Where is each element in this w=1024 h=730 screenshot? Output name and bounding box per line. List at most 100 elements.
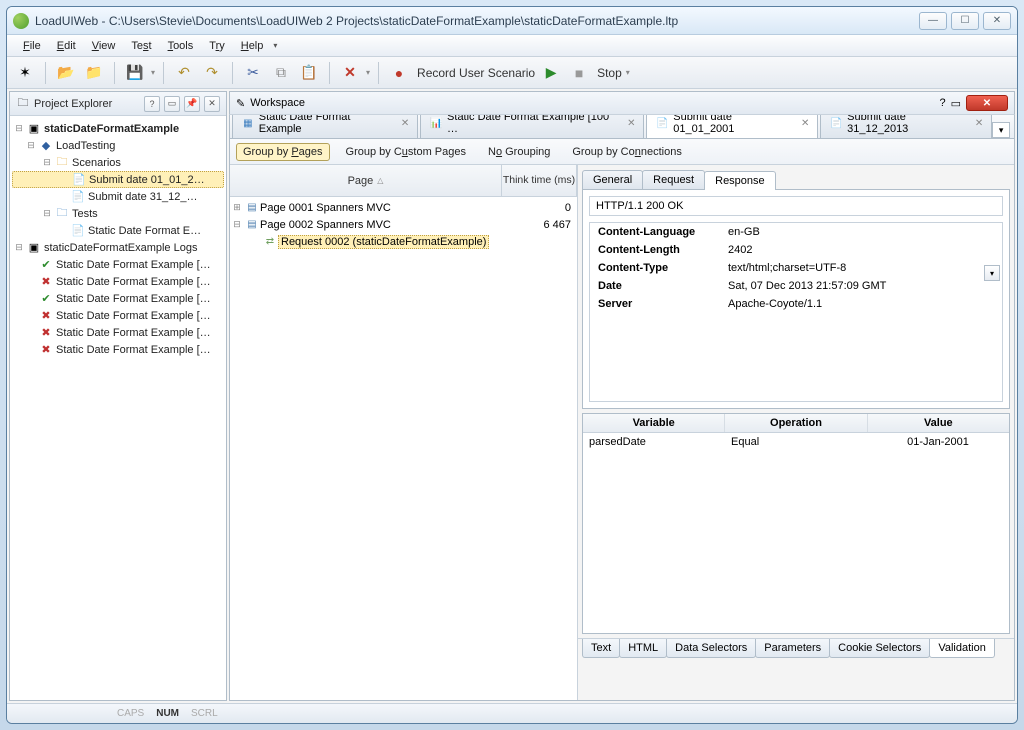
tree-logs-root[interactable]: staticDateFormatExample Logs [44, 242, 197, 254]
tree-scenarios[interactable]: Scenarios [72, 157, 121, 169]
new-icon[interactable]: ✶ [13, 61, 37, 85]
validation-operation: Equal [725, 433, 867, 451]
editor-tab[interactable]: 📄 Submit date 31_12_2013 ✕ [820, 115, 992, 138]
page-row[interactable]: ⊞▤Page 0001 Spanners MVC 0 [230, 199, 577, 216]
paste-icon[interactable]: 📋 [297, 61, 321, 85]
column-think-time[interactable]: Think time (ms) [502, 165, 577, 196]
scenarios-folder-icon: 🗀 [54, 156, 70, 170]
header-value: en-GB [720, 223, 1002, 241]
header-key: Content-Language [590, 223, 720, 241]
redo-icon[interactable]: ↷ [200, 61, 224, 85]
undo-icon[interactable]: ↶ [172, 61, 196, 85]
close-button[interactable]: ✕ [983, 12, 1011, 30]
tree-scenario1[interactable]: Submit date 01_01_2… [89, 174, 205, 186]
copy-icon[interactable]: ⧉ [269, 61, 293, 85]
column-operation[interactable]: Operation [725, 414, 867, 432]
column-value[interactable]: Value [868, 414, 1009, 432]
menu-edit[interactable]: Edit [49, 38, 84, 54]
workspace-icon: ✎ [236, 97, 245, 110]
play-icon[interactable]: ▶ [539, 61, 563, 85]
stop-icon[interactable]: ■ [567, 61, 591, 85]
tests-folder-icon: 🗀 [54, 207, 70, 221]
tree-log-item[interactable]: Static Date Format Example [… [56, 310, 211, 322]
bottom-tab-data-selectors[interactable]: Data Selectors [666, 639, 756, 658]
tree-log-item[interactable]: Static Date Format Example [… [56, 293, 211, 305]
close-icon[interactable]: ✕ [975, 118, 983, 129]
pages-list: Page△ Think time (ms) ⊞▤Page 0001 Spanne… [230, 165, 578, 700]
panel-options-icon[interactable]: ▭ [164, 96, 180, 112]
open-project-icon[interactable]: 📂 [54, 61, 78, 85]
validation-row[interactable]: parsedDate Equal 01-Jan-2001 [583, 433, 1009, 451]
project-explorer-title: Project Explorer [34, 98, 140, 110]
maximize-button[interactable]: ☐ [951, 12, 979, 30]
tree-log-item[interactable]: Static Date Format Example [… [56, 344, 211, 356]
tab-request[interactable]: Request [642, 170, 705, 189]
workspace-title: Workspace [250, 97, 934, 109]
column-page[interactable]: Page△ [230, 165, 502, 196]
group-by-pages-button[interactable]: Group by Pages [236, 143, 330, 161]
tab-response[interactable]: Response [704, 171, 776, 190]
tree-test1[interactable]: Static Date Format E… [88, 225, 201, 237]
panel-pin-icon[interactable]: 📌 [184, 96, 200, 112]
menu-tools[interactable]: Tools [160, 38, 202, 54]
panel-help-icon[interactable]: ? [939, 97, 945, 109]
column-variable[interactable]: Variable [583, 414, 725, 432]
title-bar: LoadUIWeb - C:\Users\Stevie\Documents\Lo… [7, 7, 1017, 35]
cut-icon[interactable]: ✂ [241, 61, 265, 85]
editor-tabstrip: ▦ Static Date Format Example ✕ 📊 Static … [230, 115, 1014, 139]
tree-root[interactable]: staticDateFormatExample [44, 123, 179, 135]
status-error-icon: ✖ [38, 326, 54, 340]
scenario-icon: 📄 [70, 190, 86, 204]
more-tabs-button[interactable]: ▾ [992, 122, 1010, 138]
request-row[interactable]: ⇄Request 0002 (staticDateFormatExample) [230, 233, 577, 250]
menu-test[interactable]: Test [123, 38, 159, 54]
test-icon: ▦ [241, 116, 255, 130]
record-label[interactable]: Record User Scenario [417, 66, 535, 80]
stop-label[interactable]: Stop [597, 66, 622, 80]
open-icon[interactable]: 📁 [82, 61, 106, 85]
loadtesting-icon: ◆ [38, 139, 54, 153]
panel-close-icon[interactable]: ✕ [204, 96, 220, 112]
editor-tab[interactable]: 📊 Static Date Format Example [100 … ✕ [420, 115, 644, 138]
bottom-tab-text[interactable]: Text [582, 639, 620, 658]
tree-scenario2[interactable]: Submit date 31_12_… [88, 191, 197, 203]
group-by-connections-button[interactable]: Group by Connections [566, 144, 687, 160]
group-by-custom-button[interactable]: Group by Custom Pages [340, 144, 472, 160]
menu-help[interactable]: Help [233, 38, 272, 54]
main-toolbar: ✶ 📂 📁 💾 ▾ ↶ ↷ ✂ ⧉ 📋 ✕ ▾ ● Record User Sc… [7, 57, 1017, 89]
stats-icon: 📊 [429, 116, 443, 130]
save-icon[interactable]: 💾 [123, 61, 147, 85]
close-icon[interactable]: ✕ [401, 118, 409, 129]
close-icon[interactable]: ✕ [801, 118, 809, 129]
tree-loadtesting[interactable]: LoadTesting [56, 140, 115, 152]
editor-tab[interactable]: 📄 Submit date 01_01_2001 ✕ [646, 115, 818, 138]
panel-help-icon[interactable]: ? [144, 96, 160, 112]
tree-log-item[interactable]: Static Date Format Example [… [56, 327, 211, 339]
dropdown-icon[interactable]: ▾ [984, 265, 1000, 281]
tree-log-item[interactable]: Static Date Format Example [… [56, 259, 211, 271]
scenario-icon: 📄 [829, 116, 843, 130]
bottom-tab-validation[interactable]: Validation [929, 639, 995, 658]
no-grouping-button[interactable]: No Grouping [482, 144, 556, 160]
tree-tests[interactable]: Tests [72, 208, 98, 220]
close-icon[interactable]: ✕ [627, 118, 635, 129]
menu-view[interactable]: View [84, 38, 124, 54]
page-row[interactable]: ⊟▤Page 0002 Spanners MVC 6 467 [230, 216, 577, 233]
panel-close-button[interactable]: ✕ [966, 95, 1008, 111]
collapse-icon[interactable]: ⊟ [230, 219, 244, 230]
response-headers-grid: Content-Languageen-GB Content-Length2402… [589, 222, 1003, 402]
tab-general[interactable]: General [582, 170, 643, 189]
tree-log-item[interactable]: Static Date Format Example [… [56, 276, 211, 288]
record-icon[interactable]: ● [387, 61, 411, 85]
minimize-button[interactable]: — [919, 12, 947, 30]
bottom-tab-html[interactable]: HTML [619, 639, 667, 658]
editor-tab[interactable]: ▦ Static Date Format Example ✕ [232, 115, 418, 138]
panel-options-icon[interactable]: ▭ [951, 97, 961, 110]
expand-icon[interactable]: ⊞ [230, 202, 244, 213]
delete-icon[interactable]: ✕ [338, 61, 362, 85]
bottom-tab-cookie-selectors[interactable]: Cookie Selectors [829, 639, 930, 658]
menu-try[interactable]: Try [201, 38, 232, 54]
project-tree[interactable]: ⊟▣staticDateFormatExample ⊟◆LoadTesting … [10, 116, 226, 700]
menu-file[interactable]: File [15, 38, 49, 54]
bottom-tab-parameters[interactable]: Parameters [755, 639, 830, 658]
